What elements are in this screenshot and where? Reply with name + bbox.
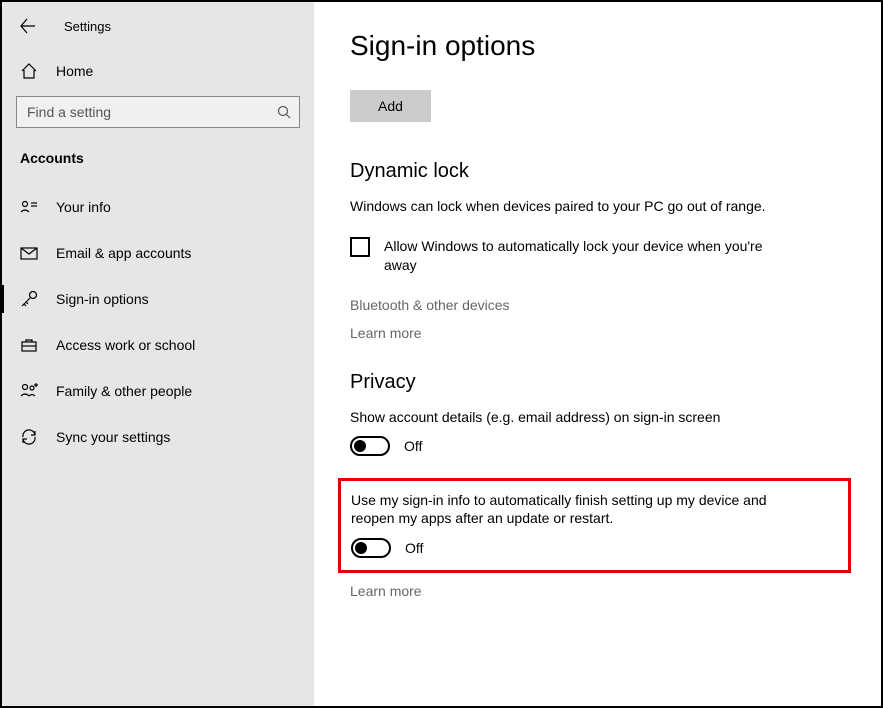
- sidebar-item-access-work-school[interactable]: Access work or school: [2, 322, 314, 368]
- user-card-icon: [20, 198, 38, 216]
- family-icon: [20, 382, 38, 400]
- sidebar-item-your-info[interactable]: Your info: [2, 184, 314, 230]
- highlighted-setting: Use my sign-in info to automatically fin…: [338, 478, 851, 572]
- use-signin-label: Use my sign-in info to automatically fin…: [351, 491, 791, 527]
- sidebar-item-sync-settings[interactable]: Sync your settings: [2, 414, 314, 460]
- toggle-knob: [355, 542, 367, 554]
- sync-icon: [20, 428, 38, 446]
- nav-label: Family & other people: [56, 383, 192, 399]
- nav-label: Sign-in options: [56, 291, 149, 307]
- bluetooth-link[interactable]: Bluetooth & other devices: [350, 297, 845, 313]
- dynamic-lock-checkbox-row: Allow Windows to automatically lock your…: [350, 237, 780, 275]
- dynamic-lock-checkbox[interactable]: [350, 237, 370, 257]
- sidebar-item-email-accounts[interactable]: Email & app accounts: [2, 230, 314, 276]
- sidebar: Settings Home Accounts Your info Email &…: [2, 2, 314, 706]
- add-button[interactable]: Add: [350, 90, 431, 122]
- dynamic-lock-checkbox-label: Allow Windows to automatically lock your…: [384, 237, 780, 275]
- nav-label: Email & app accounts: [56, 245, 191, 261]
- sidebar-item-sign-in-options[interactable]: Sign-in options: [2, 276, 314, 322]
- home-nav[interactable]: Home: [2, 52, 314, 90]
- sidebar-item-family-people[interactable]: Family & other people: [2, 368, 314, 414]
- show-details-toggle[interactable]: [350, 436, 390, 456]
- nav-label: Your info: [56, 199, 111, 215]
- dynamic-lock-heading: Dynamic lock: [350, 160, 845, 183]
- privacy-heading: Privacy: [350, 371, 845, 394]
- search-input[interactable]: [17, 98, 299, 126]
- search-box[interactable]: [16, 96, 300, 128]
- search-container: [2, 90, 314, 138]
- toggle-knob: [354, 440, 366, 452]
- email-icon: [20, 244, 38, 262]
- dynamic-lock-desc: Windows can lock when devices paired to …: [350, 197, 845, 215]
- page-title: Sign-in options: [350, 30, 845, 62]
- use-signin-toggle-row: Off: [351, 538, 838, 558]
- use-signin-toggle-state: Off: [405, 540, 423, 556]
- privacy-show-details-label: Show account details (e.g. email address…: [350, 408, 790, 426]
- section-label: Accounts: [2, 138, 314, 184]
- briefcase-icon: [20, 336, 38, 354]
- main-content: Sign-in options Add Dynamic lock Windows…: [314, 2, 881, 706]
- show-details-toggle-row: Off: [350, 436, 845, 456]
- privacy-learn-more-link[interactable]: Learn more: [350, 583, 845, 599]
- nav-label: Access work or school: [56, 337, 195, 353]
- app-title: Settings: [64, 19, 111, 34]
- show-details-toggle-state: Off: [404, 438, 422, 454]
- nav-label: Sync your settings: [56, 429, 170, 445]
- key-icon: [20, 290, 38, 308]
- home-icon: [20, 62, 38, 80]
- use-signin-toggle[interactable]: [351, 538, 391, 558]
- back-arrow-icon[interactable]: [20, 18, 36, 34]
- home-label: Home: [56, 63, 93, 79]
- header-row: Settings: [2, 18, 314, 52]
- dynamic-lock-learn-more-link[interactable]: Learn more: [350, 325, 845, 341]
